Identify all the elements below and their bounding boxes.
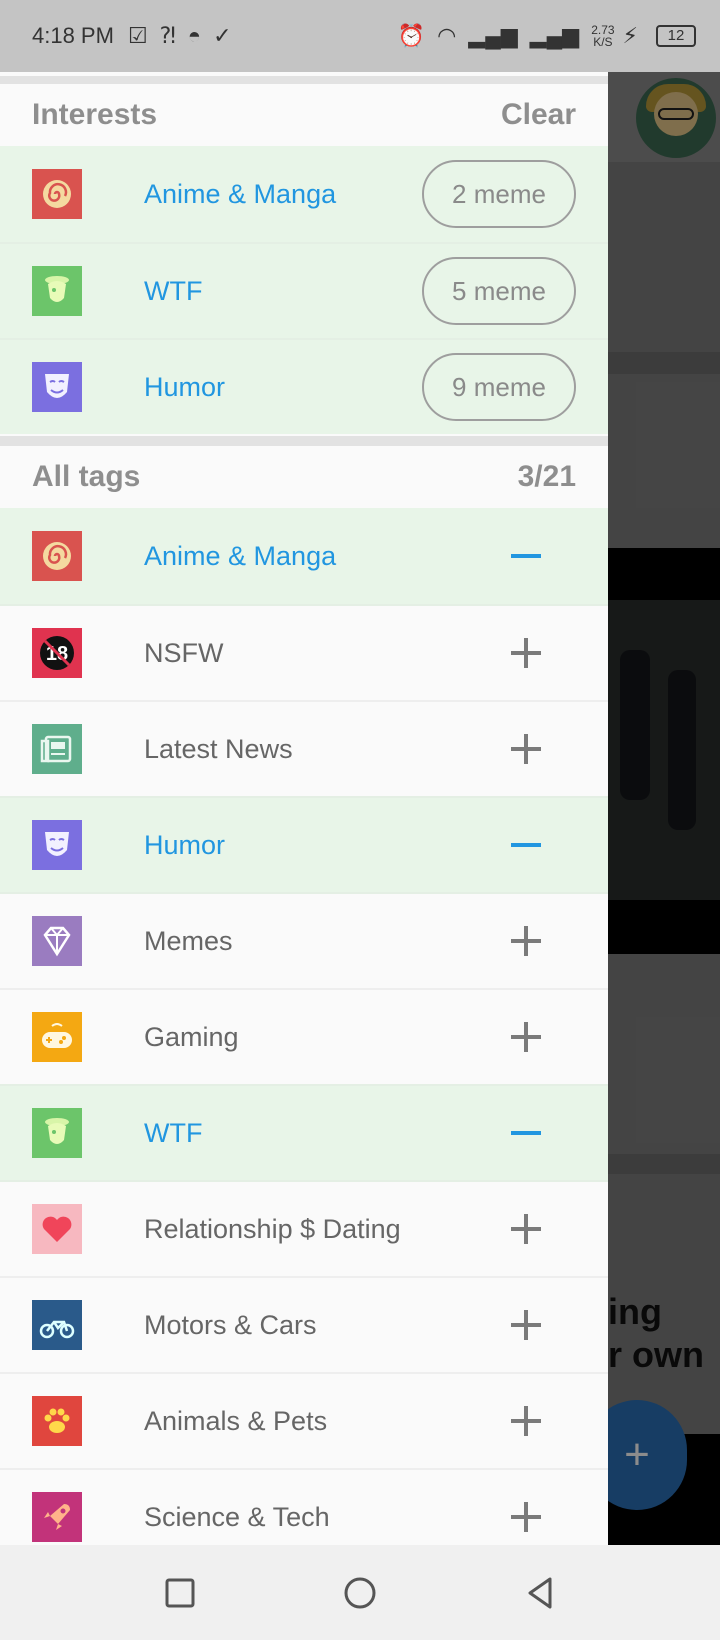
remove-tag-button[interactable]	[496, 526, 556, 586]
alien-icon	[32, 1108, 82, 1158]
tag-item-latest-news[interactable]: Latest News	[0, 700, 608, 796]
no-signal-icon: ⁈	[159, 23, 176, 48]
all-tags-title: All tags	[32, 460, 141, 493]
checkbox-notification-icon: ☑	[127, 23, 148, 48]
clear-button[interactable]: Clear	[501, 98, 576, 132]
spiral-icon	[32, 169, 82, 219]
interests-header: Interests Clear	[0, 84, 608, 146]
minus-icon	[511, 1131, 541, 1135]
tag-item-animals-pets[interactable]: Animals & Pets	[0, 1372, 608, 1468]
home-button[interactable]	[270, 1545, 450, 1640]
triangle-back-icon	[528, 1577, 552, 1608]
tag-item-wtf[interactable]: WTF	[0, 1084, 608, 1180]
tag-label: WTF	[144, 1117, 203, 1148]
recents-button[interactable]	[90, 1545, 270, 1640]
remove-tag-button[interactable]	[496, 1103, 556, 1163]
navigation-bar	[0, 1545, 720, 1640]
gamepad-icon	[32, 1012, 82, 1062]
add-tag-button[interactable]	[496, 1007, 556, 1067]
charging-icon: ⚡	[622, 23, 638, 48]
nsfw-18-icon: 18	[32, 628, 82, 678]
status-time: 4:18 PM	[32, 23, 114, 48]
mask-icon	[32, 820, 82, 870]
tag-item-motors-cars[interactable]: Motors & Cars	[0, 1276, 608, 1372]
tag-item-anime-manga[interactable]: Anime & Manga	[0, 508, 608, 604]
all-tags-count: 3/21	[517, 460, 576, 493]
tag-label: Relationship $ Dating	[144, 1213, 401, 1244]
interest-item-anime-manga[interactable]: Anime & Manga 2 meme	[0, 146, 608, 242]
add-tag-button[interactable]	[496, 1487, 556, 1545]
tag-label: Gaming	[144, 1021, 239, 1052]
rocket-icon	[32, 1492, 82, 1542]
mask-icon	[32, 362, 82, 412]
interest-item-wtf[interactable]: WTF 5 meme	[0, 242, 608, 338]
minus-icon	[511, 843, 541, 847]
add-tag-button[interactable]	[496, 1391, 556, 1451]
add-tag-button[interactable]	[496, 1295, 556, 1355]
circle-icon	[344, 1577, 376, 1608]
meme-count-button[interactable]: 2 meme	[422, 160, 576, 228]
add-tag-button[interactable]	[496, 911, 556, 971]
tag-item-relationship-dating[interactable]: Relationship $ Dating	[0, 1180, 608, 1276]
tag-item-nsfw[interactable]: 18 NSFW	[0, 604, 608, 700]
incognito-icon: ◓	[187, 23, 202, 48]
tag-item-memes[interactable]: Memes	[0, 892, 608, 988]
meme-count-button[interactable]: 9 meme	[422, 353, 576, 421]
interest-label: Humor	[144, 371, 226, 402]
signal-icon: ▂▄▆	[529, 23, 580, 48]
interests-list: Anime & Manga 2 meme WTF 5 meme Humor 9 …	[0, 146, 608, 434]
tag-item-humor[interactable]: Humor	[0, 796, 608, 892]
all-tags-list: Anime & Manga 18 NSFW Latest News Humor …	[0, 508, 608, 1545]
divider	[0, 436, 608, 446]
tag-label: Animals & Pets	[144, 1405, 328, 1436]
add-tag-button[interactable]	[496, 1199, 556, 1259]
heart-icon	[32, 1204, 82, 1254]
wifi-icon: ◠	[437, 23, 457, 48]
all-tags-header: All tags 3/21	[0, 446, 608, 508]
back-button[interactable]	[450, 1545, 630, 1640]
diamond-icon	[32, 916, 82, 966]
spiral-icon	[32, 531, 82, 581]
network-speed: 2.73 K/S	[591, 23, 615, 49]
battery-icon: 12	[656, 25, 696, 47]
tag-label: Science & Tech	[144, 1501, 330, 1532]
minus-icon	[511, 554, 541, 558]
tag-label: Motors & Cars	[144, 1309, 317, 1340]
square-icon	[165, 1578, 195, 1607]
tag-label: Anime & Manga	[144, 540, 337, 571]
signal-icon: ▂▄▆	[468, 23, 518, 48]
alarm-icon: ⏰	[397, 23, 426, 48]
tags-drawer: Interests Clear Anime & Manga 2 meme WTF…	[0, 72, 608, 1545]
interests-title: Interests	[32, 98, 158, 131]
interest-item-humor[interactable]: Humor 9 meme	[0, 338, 608, 434]
alien-icon	[32, 266, 82, 316]
newspaper-icon	[32, 724, 82, 774]
divider	[0, 72, 608, 84]
tag-item-science-tech[interactable]: Science & Tech	[0, 1468, 608, 1545]
interest-label: WTF	[144, 275, 203, 306]
tag-label: NSFW	[144, 637, 224, 668]
tag-label: Memes	[144, 925, 233, 956]
tag-label: Latest News	[144, 733, 293, 764]
status-bar: 4:18 PM ☑ ⁈ ◓ ✓ ⏰ ◠ ▂▄▆ ▂▄▆ 2.73 K/S ⚡ 1…	[0, 0, 720, 72]
motorbike-icon	[32, 1300, 82, 1350]
remove-tag-button[interactable]	[496, 815, 556, 875]
paw-icon	[32, 1396, 82, 1446]
add-tag-button[interactable]	[496, 719, 556, 779]
meme-count-button[interactable]: 5 meme	[422, 257, 576, 325]
interest-label: Anime & Manga	[144, 178, 337, 209]
download-done-icon: ✓	[213, 23, 232, 48]
add-tag-button[interactable]	[496, 623, 556, 683]
tag-item-gaming[interactable]: Gaming	[0, 988, 608, 1084]
tag-label: Humor	[144, 829, 226, 860]
